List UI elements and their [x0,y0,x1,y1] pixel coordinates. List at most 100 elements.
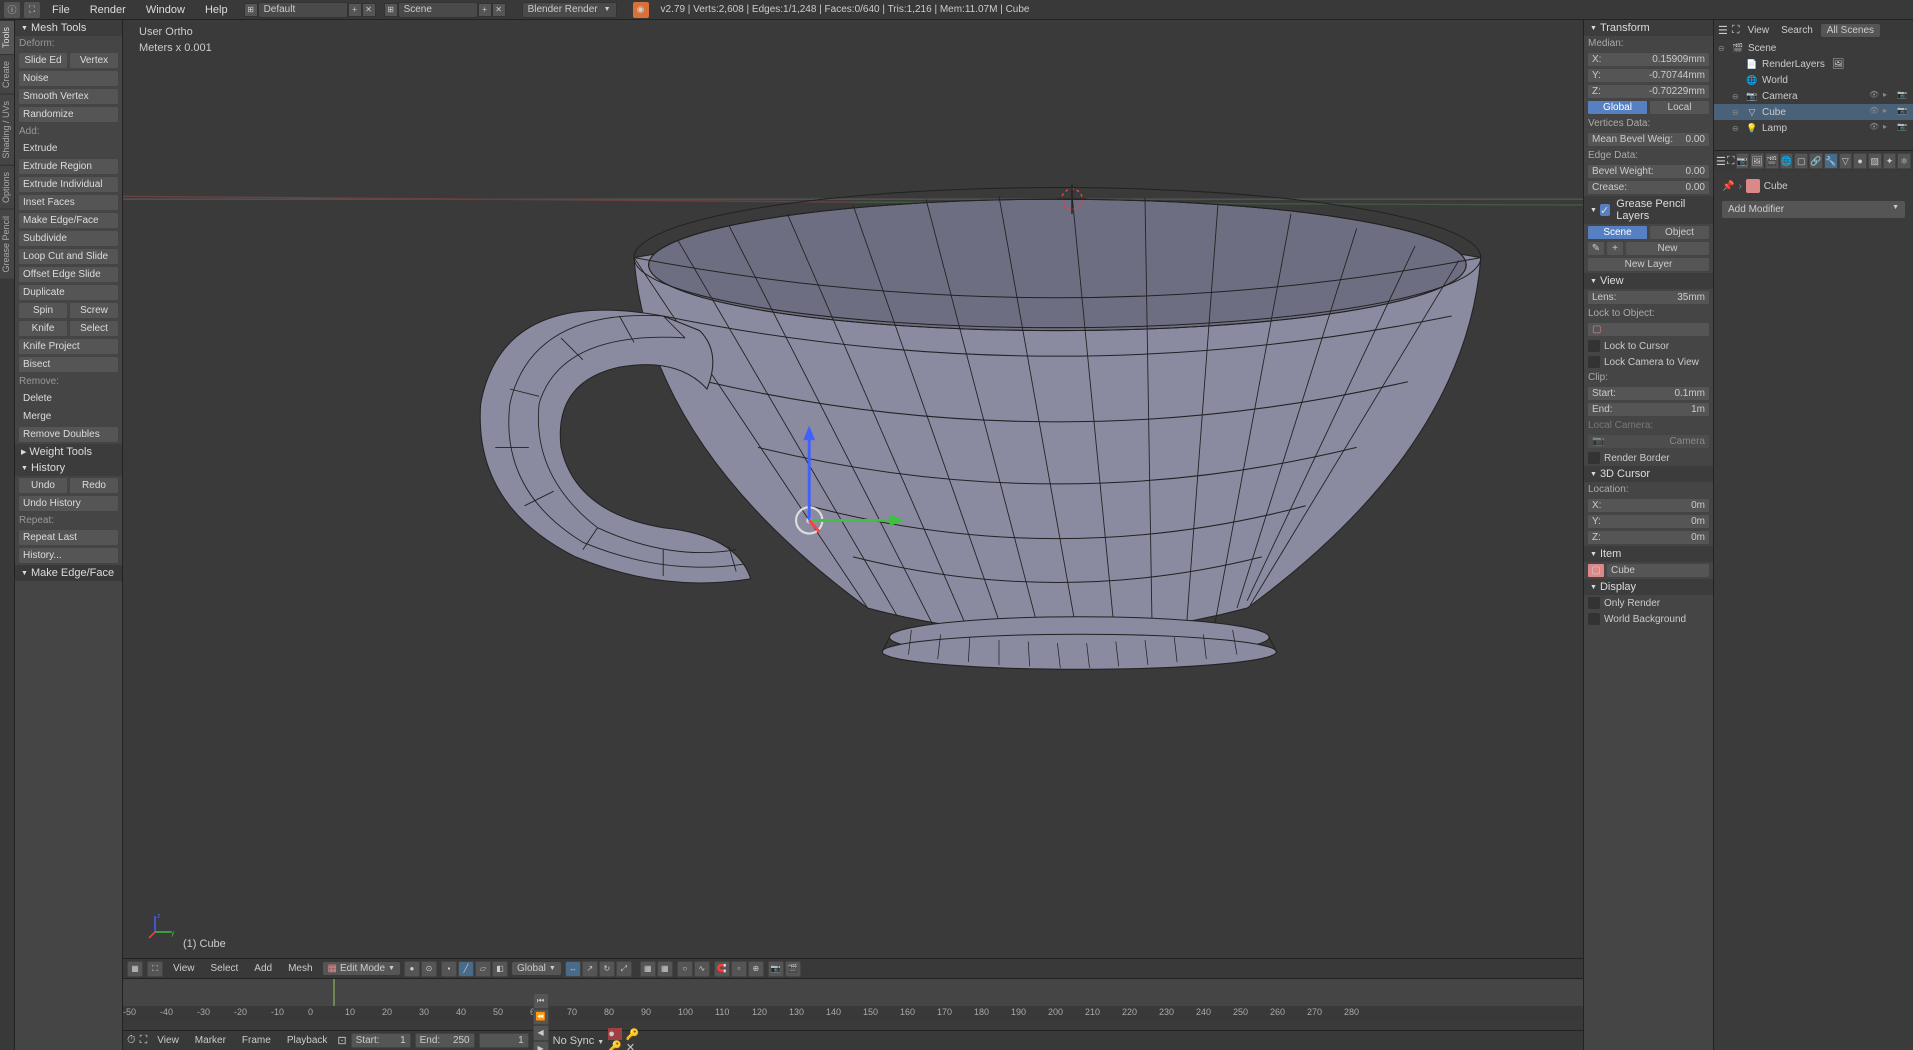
editor-type-props-icon[interactable]: ☰ [1716,155,1726,168]
crease-field[interactable]: Crease:0.00 [1587,180,1710,195]
renderable-icon[interactable]: 📷 [1897,106,1909,118]
sync-mode-select[interactable]: No Sync ▼ [553,1035,605,1047]
disclosure-icon[interactable]: ⊖ [1732,108,1742,117]
keyframe-delete-icon[interactable]: ✕ [626,1041,640,1050]
tl-playback-menu[interactable]: Playback [281,1033,334,1048]
play-icon[interactable]: ▶ [533,1041,549,1050]
last-operator-header[interactable]: Make Edge/Face [15,565,122,581]
outliner-item[interactable]: 🌐 World [1714,72,1913,88]
range-icon[interactable]: ⊡ [337,1034,346,1047]
weight-tools-header[interactable]: Weight Tools [15,444,122,460]
manipulator-toggle-icon[interactable]: ↔ [565,961,581,977]
snap-element-icon[interactable]: ▫ [731,961,747,977]
median-z-field[interactable]: Z:-0.70229mm [1587,84,1710,99]
tab-grease-pencil[interactable]: Grease Pencil [0,209,14,279]
cursor-y-field[interactable]: Y:0m [1587,514,1710,529]
proportional-edit-icon[interactable]: ○ [677,961,693,977]
merge-button[interactable]: Merge [18,408,119,425]
layout-delete-btn[interactable]: ✕ [362,3,376,17]
menu-render[interactable]: Render [82,2,134,18]
renderable-icon[interactable]: 📷 [1897,122,1909,134]
grease-pencil-header[interactable]: ✓ Grease Pencil Layers [1584,196,1713,224]
mesh-menu[interactable]: Mesh [282,961,318,976]
editor-type-3dview-icon[interactable]: ▦ [127,961,143,977]
gp-new-button[interactable]: New [1625,241,1710,256]
physics-tab-icon[interactable]: ⚛ [1897,153,1911,169]
tl-view-menu[interactable]: View [151,1033,185,1048]
noise-button[interactable]: Noise [18,70,119,87]
selectable-icon[interactable]: ▸ [1883,122,1895,134]
outliner-item[interactable]: ⊖ 🎬 Scene [1714,40,1913,56]
scene-delete-btn[interactable]: ✕ [492,3,506,17]
clip-end-field[interactable]: End:1m [1587,402,1710,417]
local-button[interactable]: Local [1649,100,1710,115]
particles-tab-icon[interactable]: ✦ [1883,153,1897,169]
tl-marker-menu[interactable]: Marker [189,1033,232,1048]
outliner-expand-icon[interactable]: ⛶ [1732,24,1740,37]
data-tab-icon[interactable]: ▽ [1839,153,1853,169]
end-frame-field[interactable]: End:250 [415,1033,475,1048]
outliner-item[interactable]: ⊖ ▽ Cube 👁▸📷 [1714,104,1913,120]
add-menu[interactable]: Add [248,961,278,976]
add-modifier-button[interactable]: Add Modifier▼ [1722,201,1905,218]
history-header[interactable]: History [15,460,122,476]
manipulator-scale-icon[interactable]: ⤢ [616,961,632,977]
smooth-vertex-button[interactable]: Smooth Vertex [18,88,119,105]
vertex-button[interactable]: Vertex [69,52,119,69]
editor-type-outliner-icon[interactable]: ☰ [1718,24,1728,37]
only-render-check[interactable]: Only Render [1584,595,1713,611]
selectable-icon[interactable]: ▸ [1883,90,1895,102]
display-header[interactable]: Display [1584,579,1713,595]
play-reverse-icon[interactable]: ◀ [533,1025,549,1041]
extrude-button[interactable]: Extrude [18,140,119,157]
local-camera-field[interactable]: 📷Camera [1587,434,1710,449]
render-border-check[interactable]: Render Border [1584,450,1713,466]
scene-add-btn[interactable]: + [478,3,492,17]
face-select-icon[interactable]: ▱ [475,961,491,977]
repeat-last-button[interactable]: Repeat Last [18,529,119,546]
opengl-anim-icon[interactable]: 🎬 [785,961,801,977]
gp-add-icon[interactable]: + [1606,241,1624,256]
cursor-z-field[interactable]: Z:0m [1587,530,1710,545]
world-tab-icon[interactable]: 🌐 [1780,153,1794,169]
modifiers-tab-icon[interactable]: 🔧 [1824,153,1838,169]
breadcrumb-object[interactable]: Cube [1764,181,1788,192]
3d-cursor-header[interactable]: 3D Cursor [1584,466,1713,482]
layer-btn[interactable]: ▦ [657,961,673,977]
randomize-button[interactable]: Randomize [18,106,119,123]
snap-target-icon[interactable]: ⊕ [748,961,764,977]
outliner-view-menu[interactable]: View [1744,24,1774,37]
jump-start-icon[interactable]: ⏮ [533,993,549,1009]
inset-faces-button[interactable]: Inset Faces [18,194,119,211]
snap-icon[interactable]: 🧲 [714,961,730,977]
disclosure-icon[interactable]: ⊖ [1732,92,1742,101]
view-menu[interactable]: View [167,961,201,976]
layout-browse-icon[interactable]: ⊞ [244,3,258,17]
mean-bevel-field[interactable]: Mean Bevel Weig:0.00 [1587,132,1710,147]
limit-selection-icon[interactable]: ◧ [492,961,508,977]
screw-button[interactable]: Screw [69,302,119,319]
outliner-search-menu[interactable]: Search [1777,24,1817,37]
expand-icon[interactable]: ⛶ [24,2,40,18]
outliner-tree[interactable]: ⊖ 🎬 Scene 📄 RenderLayers 🖼 🌐 World ⊖ 📷 C… [1714,40,1913,150]
edge-select-icon[interactable]: ╱ [458,961,474,977]
timeline-track[interactable] [123,978,1583,1006]
render-engine-select[interactable]: Blender Render ▼ [522,2,617,18]
screen-layout-select[interactable]: Default [258,2,348,18]
timeline-cursor[interactable] [333,979,335,1006]
scene-tab-icon[interactable]: 🎬 [1765,153,1779,169]
visibility-icon[interactable]: 👁 [1869,90,1881,102]
texture-tab-icon[interactable]: ▨ [1868,153,1882,169]
make-edge-face-button[interactable]: Make Edge/Face [18,212,119,229]
extrude-region-button[interactable]: Extrude Region [18,158,119,175]
remove-doubles-button[interactable]: Remove Doubles [18,426,119,443]
collapse-menus-icon[interactable]: ⛶ [147,961,163,977]
pivot-icon[interactable]: ⊙ [421,961,437,977]
median-y-field[interactable]: Y:-0.70744mm [1587,68,1710,83]
shading-solid-icon[interactable]: ● [404,961,420,977]
item-header[interactable]: Item [1584,546,1713,562]
item-name-field[interactable]: Cube [1606,563,1710,578]
world-background-check[interactable]: World Background [1584,611,1713,627]
menu-file[interactable]: File [44,2,78,18]
lens-field[interactable]: Lens:35mm [1587,290,1710,305]
